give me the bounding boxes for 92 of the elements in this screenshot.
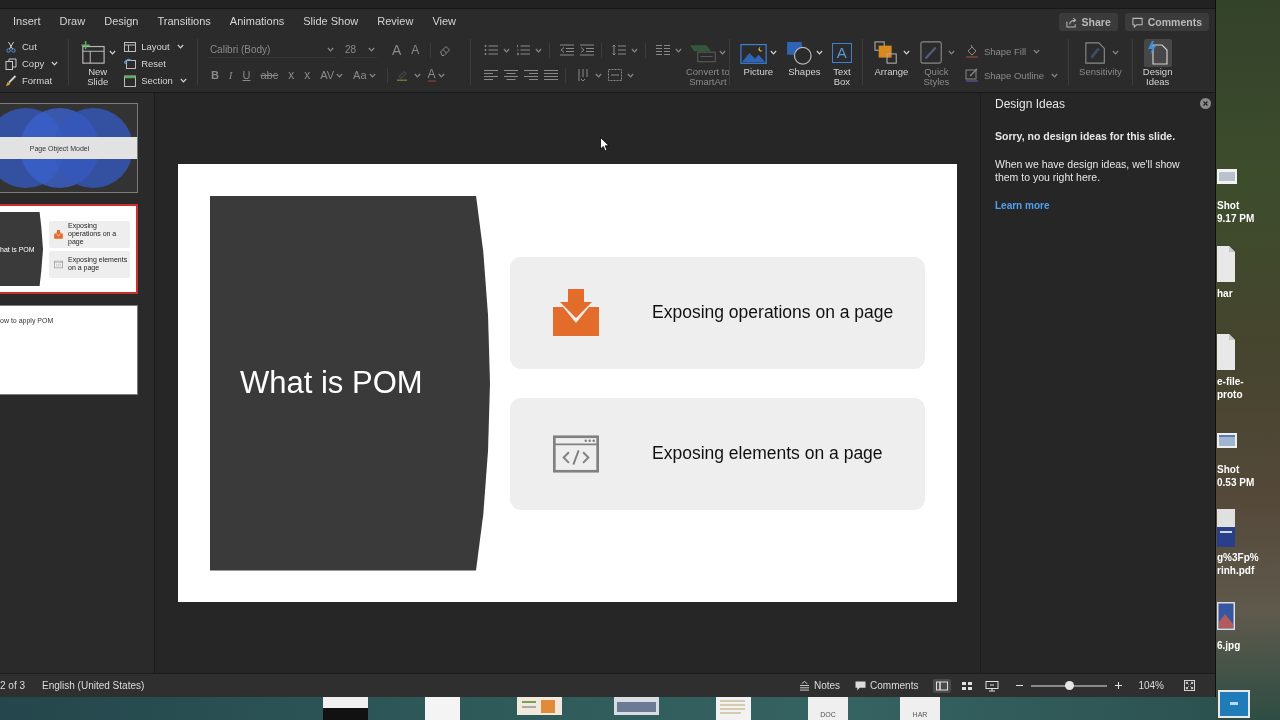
fit-to-window-icon[interactable] <box>1184 680 1195 691</box>
document-thumbnail-icon[interactable] <box>323 697 368 720</box>
caret-icon <box>176 44 184 49</box>
scissors-icon <box>5 40 17 53</box>
card-text: Exposing elements on a page <box>652 443 883 464</box>
caret-icon <box>179 78 187 83</box>
new-slide-button[interactable]: New Slide <box>79 35 117 92</box>
share-icon <box>1065 16 1077 28</box>
outline-color-icon <box>964 68 979 82</box>
language-label[interactable]: English (United States) <box>42 680 145 691</box>
caret-icon <box>1111 50 1119 55</box>
ribbon-tab[interactable]: View <box>432 12 457 32</box>
section-icon <box>124 74 137 87</box>
comments-button[interactable]: Comments <box>855 680 919 691</box>
pdf-file-icon[interactable] <box>1217 509 1235 547</box>
slider-thumb[interactable] <box>1065 680 1075 690</box>
notes-button[interactable]: Notes <box>798 680 841 691</box>
comments-button[interactable]: Comments <box>1124 13 1209 31</box>
fill-color-icon <box>964 44 979 58</box>
zoom-in-icon[interactable] <box>1115 682 1123 689</box>
card-text: Exposing operations on a page <box>652 302 894 323</box>
ideas-info-text: When we have design ideas, we'll show them to you right here. <box>995 158 1181 184</box>
caret-icon <box>326 47 334 52</box>
shapes-button[interactable]: Shapes <box>785 35 823 92</box>
caret-icon <box>367 47 375 52</box>
slide-title: What is POM <box>240 365 423 401</box>
normal-view-icon[interactable] <box>933 678 952 693</box>
close-icon[interactable] <box>1200 98 1211 109</box>
caret-icon <box>1051 72 1059 78</box>
ribbon-tab[interactable]: Insert <box>13 12 41 32</box>
notes-icon <box>798 680 810 691</box>
caret-icon <box>902 50 910 55</box>
file-name: Shot 0.53 PM <box>1217 463 1256 489</box>
learn-more-link[interactable]: Learn more <box>995 200 1050 211</box>
pane-title: Design Ideas <box>995 96 1066 111</box>
layout-icon <box>124 40 137 53</box>
ribbon-tab[interactable]: Design <box>104 12 139 32</box>
mouse-pointer-icon <box>600 137 610 152</box>
design-ideas-button[interactable]: Design Ideas <box>1142 35 1173 92</box>
arrange-button[interactable]: Arrange <box>872 35 910 92</box>
ribbon-tab[interactable]: Animations <box>229 12 285 32</box>
file-name: e-file- proto <box>1217 375 1245 401</box>
caret-icon <box>719 50 727 55</box>
comment-icon <box>855 680 867 691</box>
caret-icon <box>336 72 344 78</box>
copy-button[interactable]: Copy <box>5 55 59 72</box>
reset-icon <box>124 57 137 70</box>
file-name: Shot 9.17 PM <box>1217 199 1256 225</box>
share-button[interactable]: Share <box>1058 13 1118 31</box>
caret-icon <box>769 50 777 55</box>
picture-button[interactable]: Picture <box>739 35 777 92</box>
caret-icon <box>51 61 59 66</box>
photo-file-icon[interactable] <box>1217 602 1235 630</box>
section-button[interactable]: Section <box>124 72 187 89</box>
ribbon-tab[interactable]: Review <box>377 12 414 32</box>
file-name: har <box>1217 287 1234 300</box>
caret-icon <box>368 72 376 78</box>
document-file-icon[interactable] <box>1217 334 1235 370</box>
caret-icon <box>815 50 823 55</box>
slide-position: 2 of 3 <box>0 680 26 691</box>
image-file-icon[interactable] <box>1218 690 1250 718</box>
zoom-out-icon[interactable] <box>1016 682 1024 689</box>
zoom-percentage[interactable]: 104% <box>1138 680 1164 691</box>
paintbrush-icon <box>5 74 17 87</box>
zoom-slider[interactable] <box>1031 684 1108 687</box>
text-box-icon: A <box>831 42 852 63</box>
cut-button[interactable]: Cut <box>5 38 37 55</box>
ribbon-tab[interactable]: Transitions <box>157 12 211 32</box>
ribbon-tab[interactable]: Draw <box>59 12 86 32</box>
screenshot-file-icon[interactable] <box>1217 432 1237 448</box>
ribbon-tab[interactable]: Slide Show <box>303 12 359 32</box>
layout-button[interactable]: Layout <box>124 38 187 55</box>
caret-icon <box>1033 48 1041 54</box>
code-window-icon <box>54 259 63 269</box>
reset-button[interactable]: Reset <box>124 55 187 72</box>
text-box-button[interactable]: A Text Box <box>831 35 852 92</box>
new-slide-icon <box>79 40 108 65</box>
reading-view-icon[interactable] <box>983 678 1002 693</box>
file-name: g%3Fp% rinh.pdf <box>1217 551 1260 577</box>
format-painter-button[interactable]: Format <box>5 72 53 89</box>
file-name: 6.jpg <box>1217 639 1242 652</box>
download-icon <box>553 288 599 337</box>
download-icon <box>54 229 63 239</box>
image-file-icon[interactable] <box>1217 168 1237 184</box>
copy-icon <box>5 57 17 70</box>
caret-icon <box>437 72 445 78</box>
document-file-icon[interactable] <box>1217 246 1235 282</box>
comment-icon <box>1131 16 1143 28</box>
caret-icon <box>109 50 117 55</box>
shapes-icon <box>785 40 814 65</box>
caret-icon <box>947 50 955 55</box>
no-ideas-message: Sorry, no design ideas for this slide. <box>995 130 1177 142</box>
